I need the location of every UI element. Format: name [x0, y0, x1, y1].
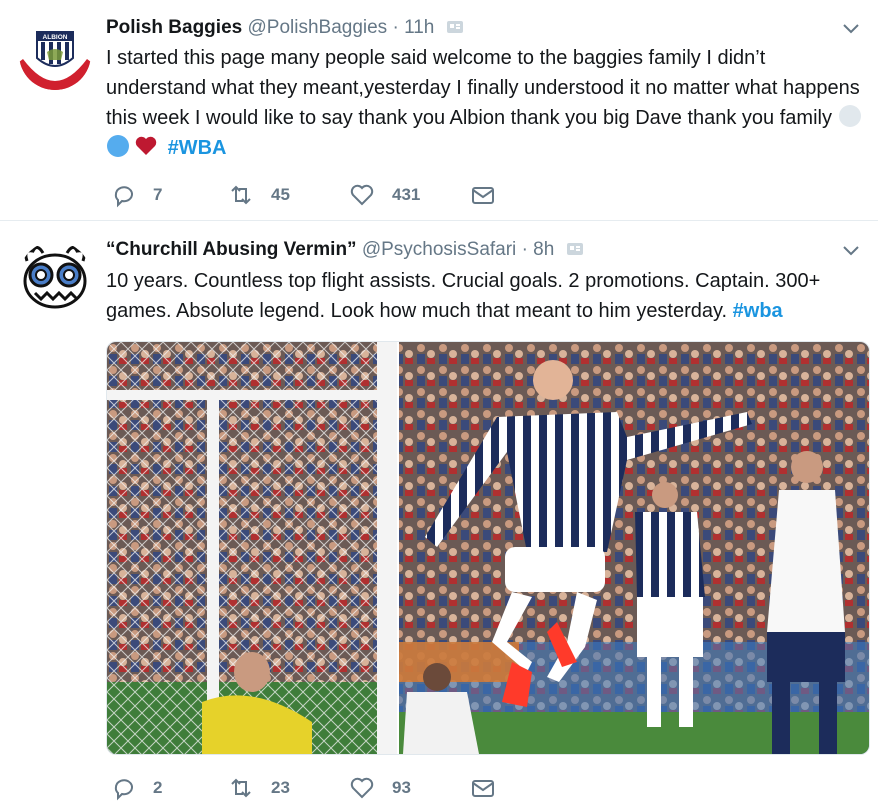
- avatar[interactable]: [19, 241, 91, 313]
- like-count: 431: [392, 185, 421, 204]
- follower-badge-icon: [566, 239, 584, 255]
- like-button[interactable]: 431: [349, 181, 420, 209]
- retweet-icon: [231, 778, 251, 798]
- handle[interactable]: @PolishBaggies: [247, 17, 387, 38]
- envelope-icon: [472, 187, 494, 204]
- retweet-button[interactable]: 23: [228, 774, 290, 802]
- chevron-down-icon[interactable]: [840, 239, 862, 261]
- tweet-text: 10 years. Countless top flight assists. …: [106, 266, 866, 326]
- chevron-down-icon[interactable]: [840, 17, 862, 39]
- envelope-icon: [472, 780, 494, 797]
- avatar[interactable]: ALBION: [19, 18, 91, 90]
- heart-icon: [350, 184, 374, 206]
- retweet-count: 23: [271, 778, 290, 797]
- tweet-body: 10 years. Countless top flight assists. …: [106, 270, 821, 322]
- tweet-header: “Churchill Abusing Vermin” @PsychosisSaf…: [106, 238, 584, 262]
- blue-circle-icon: [106, 134, 130, 158]
- tweet-body: I started this page many people said wel…: [106, 47, 860, 129]
- retweet-count: 45: [271, 185, 290, 204]
- display-name[interactable]: Polish Baggies: [106, 17, 242, 38]
- follower-badge-icon: [446, 17, 464, 33]
- tweet-header: Polish Baggies @PolishBaggies · 11h: [106, 16, 464, 40]
- reply-count: 2: [153, 778, 163, 797]
- tweet[interactable]: “Churchill Abusing Vermin” @PsychosisSaf…: [0, 221, 878, 807]
- timestamp[interactable]: 8h: [533, 239, 554, 260]
- crest-text: ALBION: [43, 34, 68, 41]
- direct-message-button[interactable]: [470, 181, 496, 209]
- monster-face-icon: [19, 241, 91, 313]
- tweet-text: I started this page many people said wel…: [106, 43, 866, 163]
- hashtag-link[interactable]: #WBA: [168, 137, 227, 159]
- heart-icon: [350, 777, 374, 799]
- albion-crest-icon: ALBION: [19, 18, 91, 90]
- like-button[interactable]: 93: [349, 774, 411, 802]
- tweet[interactable]: ALBION Polish Baggies @PolishBaggies · 1…: [0, 0, 878, 220]
- reply-count: 7: [153, 185, 163, 204]
- separator-dot: ·: [521, 239, 528, 260]
- like-count: 93: [392, 778, 411, 797]
- football-celebration-image: [107, 342, 869, 754]
- reply-button[interactable]: 7: [110, 181, 162, 209]
- display-name[interactable]: “Churchill Abusing Vermin”: [106, 239, 357, 260]
- handle[interactable]: @PsychosisSafari: [362, 239, 516, 260]
- reply-button[interactable]: 2: [110, 774, 162, 802]
- reply-icon: [114, 186, 133, 208]
- retweet-button[interactable]: 45: [228, 181, 290, 209]
- retweet-icon: [231, 185, 251, 205]
- tweet-photo[interactable]: [106, 341, 870, 755]
- timestamp[interactable]: 11h: [404, 17, 434, 38]
- hashtag-link[interactable]: #wba: [733, 300, 783, 322]
- white-circle-icon: [838, 104, 862, 128]
- reply-icon: [114, 779, 133, 801]
- red-heart-icon: [134, 134, 158, 158]
- separator-dot: ·: [392, 17, 399, 38]
- direct-message-button[interactable]: [470, 774, 496, 802]
